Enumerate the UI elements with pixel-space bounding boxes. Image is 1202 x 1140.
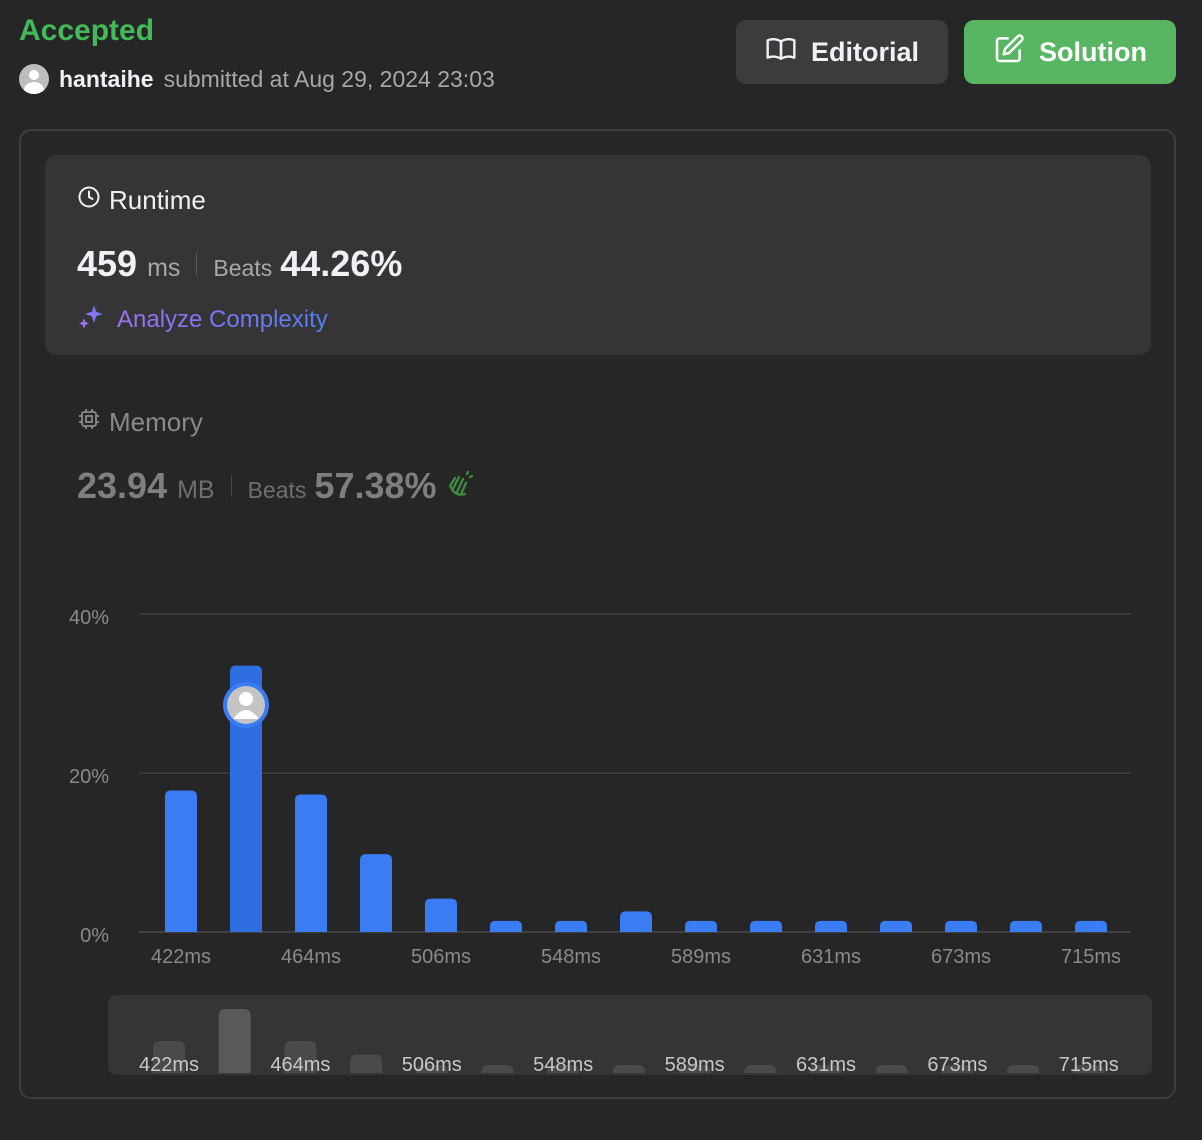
runtime-distribution-chart[interactable]: 0% 20% 40% 422ms 464ms 506ms 548ms 589ms 631ms 6…: [21, 131, 1178, 1101]
status-label: Accepted: [19, 14, 155, 47]
overview-bar: [481, 1065, 514, 1073]
y-tick-label: 0%: [80, 925, 109, 947]
editorial-button[interactable]: Editorial: [736, 20, 948, 84]
current-submission-marker: [223, 682, 269, 728]
x-tick-label: 589ms: [671, 946, 731, 968]
bar[interactable]: [555, 920, 587, 932]
bar[interactable]: [425, 898, 457, 932]
overview-bar: [875, 1065, 908, 1073]
bar[interactable]: [360, 854, 392, 932]
overview-tick-label: 589ms: [665, 1054, 725, 1076]
submitted-at: submitted at Aug 29, 2024 23:03: [163, 65, 495, 92]
edit-icon: [993, 33, 1025, 72]
bar[interactable]: [490, 920, 522, 932]
result-panel: Runtime 459 ms Beats 44.26% Analyze Comp…: [19, 129, 1176, 1099]
chart-bars: [165, 665, 1107, 932]
overview-bar: [1007, 1065, 1040, 1073]
chart-y-axis: 0% 20% 40%: [69, 607, 109, 947]
chart-overview: 422ms 464ms 506ms 548ms 589ms 631ms 673ms 715ms: [108, 995, 1152, 1076]
bar[interactable]: [750, 920, 782, 932]
bar[interactable]: [1010, 920, 1042, 932]
x-tick-label: 422ms: [151, 946, 211, 968]
submission-info: hantaihe submitted at Aug 29, 2024 23:03: [19, 64, 495, 94]
solution-button[interactable]: Solution: [964, 20, 1176, 84]
marker-head: [239, 692, 253, 706]
bar[interactable]: [945, 920, 977, 932]
overview-tick-label: 715ms: [1059, 1054, 1119, 1076]
overview-tick-label: 422ms: [139, 1054, 199, 1076]
x-tick-label: 631ms: [801, 946, 861, 968]
bar[interactable]: [815, 920, 847, 932]
bar[interactable]: [880, 920, 912, 932]
username[interactable]: hantaihe: [59, 66, 154, 93]
book-open-icon: [765, 33, 797, 72]
x-tick-label: 715ms: [1061, 946, 1121, 968]
overview-tick-label: 673ms: [927, 1054, 987, 1076]
editorial-label: Editorial: [810, 36, 919, 67]
overview-background[interactable]: [108, 995, 1152, 1075]
overview-tick-label: 506ms: [402, 1054, 462, 1076]
chart-x-axis: 422ms 464ms 506ms 548ms 589ms 631ms 673ms 715ms: [151, 946, 1121, 968]
x-tick-label: 548ms: [541, 946, 601, 968]
bar[interactable]: [685, 920, 717, 932]
x-tick-label: 673ms: [931, 946, 991, 968]
bar[interactable]: [295, 794, 327, 932]
solution-label: Solution: [1039, 36, 1147, 67]
overview-bar: [350, 1054, 383, 1073]
y-tick-label: 20%: [69, 766, 109, 788]
overview-tick-label: 464ms: [270, 1054, 330, 1076]
x-tick-label: 506ms: [411, 946, 471, 968]
x-tick-label: 464ms: [281, 946, 341, 968]
chart-gridlines: [139, 613, 1131, 933]
bar[interactable]: [1075, 920, 1107, 932]
avatar[interactable]: [19, 64, 49, 94]
y-tick-label: 40%: [69, 607, 109, 629]
overview-tick-label: 548ms: [533, 1054, 593, 1076]
overview-tick-label: 631ms: [796, 1054, 856, 1076]
bar[interactable]: [165, 790, 197, 932]
bar[interactable]: [620, 911, 652, 932]
overview-bar: [218, 1009, 251, 1073]
overview-bar: [744, 1065, 777, 1073]
overview-bar: [612, 1065, 645, 1073]
